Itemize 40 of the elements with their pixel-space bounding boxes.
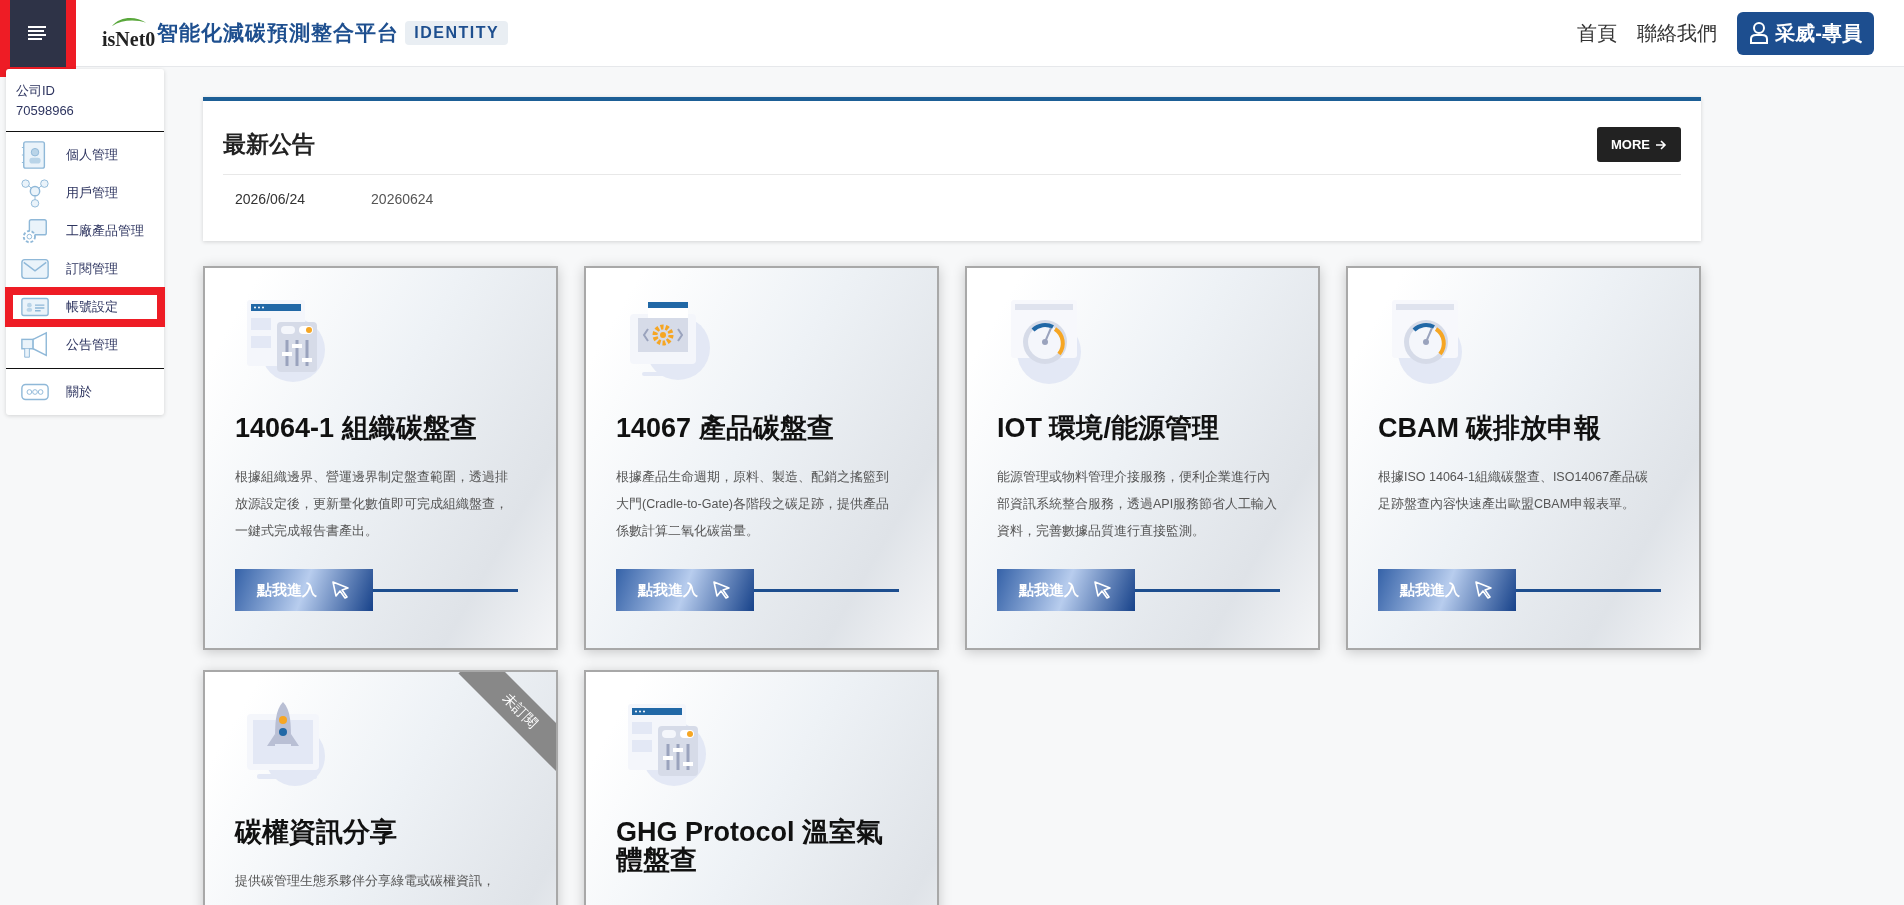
- megaphone-icon: [20, 330, 50, 360]
- notice-title: 最新公告: [223, 130, 315, 159]
- menu-item[interactable]: 訂閱管理: [6, 250, 164, 288]
- card-description: 根據ISO 14064-1組織碳盤查、ISO14067產品碳足跡盤查內容快速產出歐盟CBAM申報表單。: [1378, 469, 1650, 513]
- card-title: 14064-1 組織碳盤查: [235, 414, 478, 442]
- card-description: 根據產品生命週期，原料、製造、配銷之搖籃到大門(Cradle-to-Gate)各階段之碳足跡，提供產品係數計算二氧化碳當量。: [616, 469, 890, 540]
- menu-item[interactable]: 帳號設定: [6, 288, 164, 326]
- card-title: CBAM 碳排放申報: [1378, 414, 1603, 442]
- nav-link[interactable]: 聯絡我們: [1637, 19, 1718, 47]
- notice-link[interactable]: 20260624: [371, 191, 434, 207]
- card-title: IOT 環境/能源管理: [997, 414, 1220, 442]
- identity-badge: IDENTITY: [405, 21, 509, 45]
- site-title: 智能化減碳預測整合平台: [157, 20, 400, 46]
- cursor-icon: [712, 580, 732, 600]
- card-title: 14067 產品碳盤查: [616, 414, 835, 442]
- arrow-icon: [1656, 139, 1667, 150]
- card-description: 根據組織邊界、營運邊界制定盤查範圍，透過排放源設定後，更新量化數值即可完成組織盤查，一鍵式完成報告書產出。: [235, 469, 509, 540]
- cursor-icon: [331, 580, 351, 600]
- card-description: 提供碳管理生態系夥伴分享綠電或碳權資訊，: [235, 873, 496, 890]
- company-id: 70598966: [16, 102, 75, 120]
- company-id-label: 公司ID: [16, 82, 56, 100]
- people-network-icon: [20, 178, 50, 208]
- card-title: 碳權資訊分享: [235, 818, 398, 846]
- menu-item[interactable]: 個人管理: [6, 136, 164, 174]
- user-icon: [1749, 22, 1770, 44]
- card-description: 能源管理或物料管理介接服務，便利企業進行內部資訊系統整合服務，透過API服務節省人工輸入資料，完善數據品質進行直接監測。: [997, 469, 1279, 540]
- menu-item[interactable]: 用戶管理: [6, 174, 164, 212]
- cursor-icon: [1474, 580, 1494, 600]
- nav-link[interactable]: 首頁: [1577, 19, 1618, 47]
- gear-document-icon: [20, 216, 50, 246]
- menu-item[interactable]: 工廠產品管理: [6, 212, 164, 250]
- menu-item[interactable]: 關於: [6, 373, 164, 411]
- logo: isNet0: [102, 28, 156, 50]
- more-button[interactable]: MORE: [1597, 127, 1681, 162]
- menu-item[interactable]: 公告管理: [6, 326, 164, 364]
- menu-icon: [28, 26, 48, 40]
- card-title: GHG Protocol 溫室氣體盤查: [616, 818, 884, 874]
- cursor-icon: [1093, 580, 1113, 600]
- notice-date: 2026/06/24: [235, 191, 306, 207]
- user-button[interactable]: 采威-專員: [1737, 11, 1874, 55]
